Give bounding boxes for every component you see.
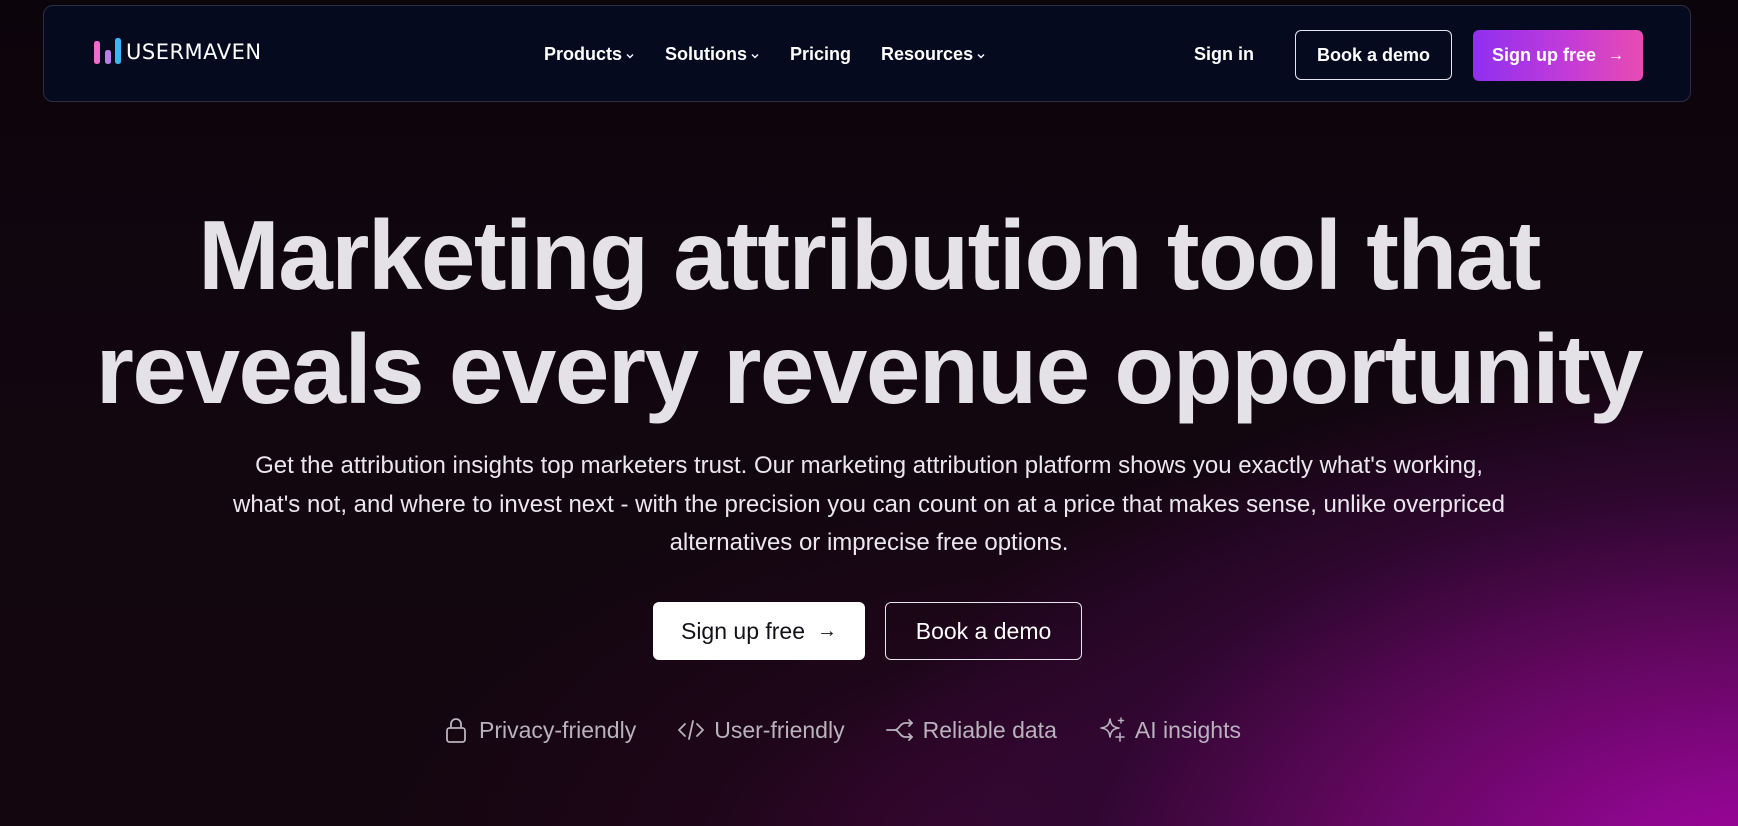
sign-up-button-label: Sign up free [1491,45,1596,65]
feature-reliable-label: Reliable data [922,716,1057,743]
hero-sign-up-button[interactable]: Sign up free → [653,602,865,660]
feature-user: User-friendly [676,715,845,745]
usermaven-logo[interactable]: USERMAVEN [94,36,262,68]
arrow-right-icon: → [817,619,838,642]
feature-ai-label: AI insights [1134,716,1241,743]
menu-pricing-label: Pricing [790,44,852,64]
logo-mark-icon [94,38,121,64]
menu-pricing[interactable]: Pricing [790,44,851,65]
chevron-down-icon [977,54,985,59]
lock-icon [446,718,466,743]
main-menu: Products Solutions Pricing Resources [544,6,1016,103]
menu-solutions[interactable]: Solutions [665,44,760,65]
hero-subheadline: Get the attribution insights top markete… [233,452,1505,556]
chevron-down-icon [626,54,634,59]
menu-products[interactable]: Products [544,44,635,65]
sign-in-link[interactable]: Sign in [1194,6,1254,103]
menu-solutions-label: Solutions [665,44,748,64]
top-navbar: USERMAVEN Products Solutions Pricing Res… [43,5,1691,102]
logo-text: USERMAVEN [126,40,262,64]
hero-headline-line2: reveals every revenue opportunity [95,314,1644,424]
feature-user-label: User-friendly [714,716,845,743]
hero-book-demo-button[interactable]: Book a demo [885,602,1082,660]
menu-resources[interactable]: Resources [881,44,986,65]
hero-headline: Marketing attribution tool that reveals … [0,198,1738,426]
arrow-right-icon: → [1608,46,1624,64]
share-icon [885,719,913,741]
feature-list: Privacy-friendly User-friendly Reliable … [441,712,1281,748]
menu-products-label: Products [544,44,623,64]
code-icon [678,720,705,740]
feature-privacy-label: Privacy-friendly [479,716,637,743]
chevron-down-icon [751,54,759,59]
book-demo-button[interactable]: Book a demo [1295,30,1452,80]
hero-cta-row: Sign up free → Book a demo [653,602,1082,660]
menu-resources-label: Resources [881,44,974,64]
sparkle-icon [1100,717,1125,742]
hero-headline-line1: Marketing attribution tool that [198,200,1541,310]
sign-up-button[interactable]: Sign up free → [1473,30,1643,81]
feature-ai: AI insights [1097,715,1241,745]
feature-reliable: Reliable data [885,715,1057,745]
hero-sign-up-label: Sign up free [680,617,806,644]
feature-privacy: Privacy-friendly [441,715,636,745]
